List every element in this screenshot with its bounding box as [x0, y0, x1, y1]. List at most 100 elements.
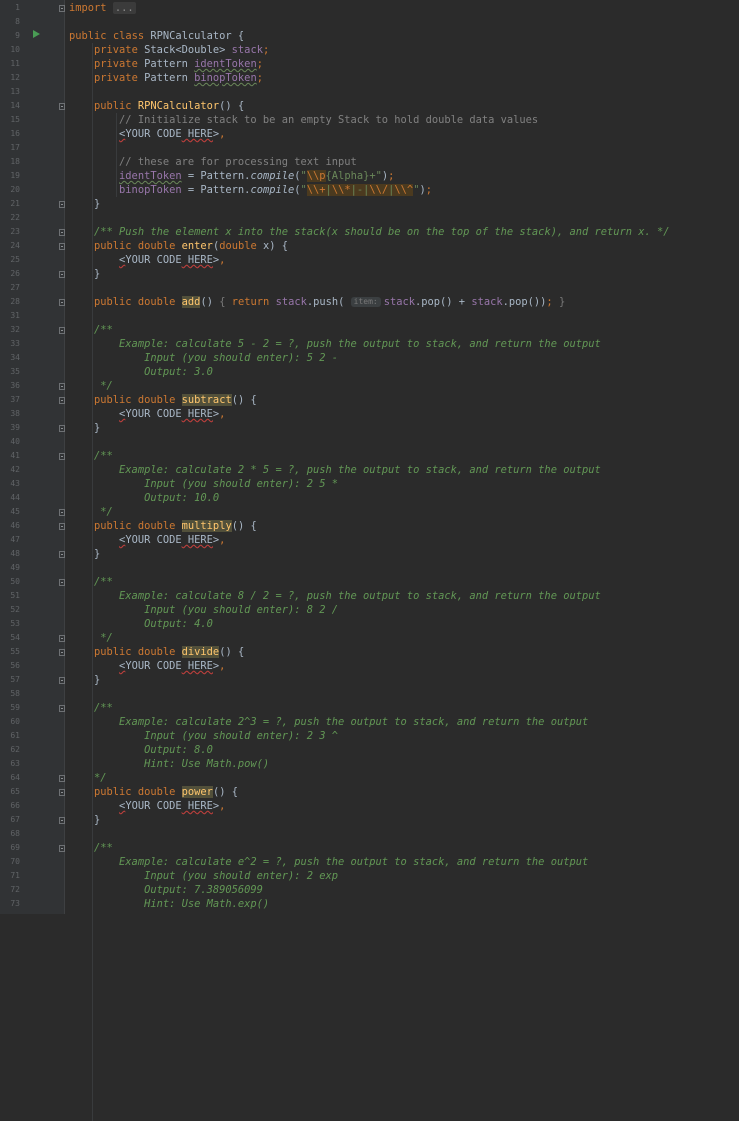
- code-line[interactable]: Example: calculate 8 / 2 = ?, push the o…: [65, 589, 739, 603]
- code-line[interactable]: /**: [65, 323, 739, 337]
- line-number: 53: [10, 619, 20, 628]
- code-line-text: Input (you should enter): 8 2 /: [144, 604, 339, 616]
- line-number: 49: [10, 563, 20, 572]
- code-line[interactable]: <YOUR CODE HERE>,: [65, 253, 739, 267]
- code-line[interactable]: private Pattern binopToken;: [65, 71, 739, 85]
- code-line[interactable]: [65, 435, 739, 449]
- code-line[interactable]: Input (you should enter): 2 exp: [65, 869, 739, 883]
- code-line-text: /**: [94, 702, 113, 714]
- code-line[interactable]: [65, 827, 739, 841]
- code-line[interactable]: Output: 3.0: [65, 365, 739, 379]
- code-line[interactable]: public double divide() {: [65, 645, 739, 659]
- code-line[interactable]: */: [65, 505, 739, 519]
- code-line[interactable]: */: [65, 631, 739, 645]
- code-line[interactable]: <YOUR CODE HERE>,: [65, 799, 739, 813]
- code-line[interactable]: // Initialize stack to be an empty Stack…: [65, 113, 739, 127]
- code-line[interactable]: import ...: [65, 1, 739, 15]
- code-line[interactable]: Input (you should enter): 2 5 *: [65, 477, 739, 491]
- code-line-text: */: [100, 380, 113, 392]
- code-line[interactable]: [65, 561, 739, 575]
- code-line[interactable]: [65, 85, 739, 99]
- code-line[interactable]: }: [65, 267, 739, 281]
- line-number: 21: [10, 199, 20, 208]
- code-line[interactable]: }: [65, 813, 739, 827]
- code-line[interactable]: Hint: Use Math.exp(): [65, 897, 739, 911]
- code-line[interactable]: private Pattern identToken;: [65, 57, 739, 71]
- code-line[interactable]: [65, 141, 739, 155]
- line-number: 24: [10, 241, 20, 250]
- line-number: 60: [10, 717, 20, 726]
- code-line[interactable]: identToken = Pattern.compile("\\p{Alpha}…: [65, 169, 739, 183]
- code-line[interactable]: <YOUR CODE HERE>,: [65, 659, 739, 673]
- code-line[interactable]: <YOUR CODE HERE>,: [65, 407, 739, 421]
- code-line[interactable]: [65, 309, 739, 323]
- line-number: 62: [10, 745, 20, 754]
- code-line[interactable]: }: [65, 197, 739, 211]
- code-line[interactable]: public double power() {: [65, 785, 739, 799]
- code-line[interactable]: Output: 10.0: [65, 491, 739, 505]
- code-line-text: Input (you should enter): 2 exp: [144, 870, 339, 882]
- code-line[interactable]: Example: calculate e^2 = ?, push the out…: [65, 855, 739, 869]
- code-line[interactable]: public RPNCalculator() {: [65, 99, 739, 113]
- code-line[interactable]: /** Push the element x into the stack(x …: [65, 225, 739, 239]
- code-line[interactable]: public double multiply() {: [65, 519, 739, 533]
- code-line[interactable]: Input (you should enter): 5 2 -: [65, 351, 739, 365]
- code-line[interactable]: private Stack<Double> stack;: [65, 43, 739, 57]
- code-line[interactable]: public class RPNCalculator {: [65, 29, 739, 43]
- line-number: 25: [10, 255, 20, 264]
- code-line[interactable]: Example: calculate 2 * 5 = ?, push the o…: [65, 463, 739, 477]
- code-line-text: // these are for processing text input: [119, 156, 357, 168]
- line-number: 8: [15, 17, 20, 26]
- code-line[interactable]: Input (you should enter): 8 2 /: [65, 603, 739, 617]
- code-line[interactable]: Output: 8.0: [65, 743, 739, 757]
- code-line[interactable]: }: [65, 673, 739, 687]
- code-line[interactable]: /**: [65, 449, 739, 463]
- code-line[interactable]: [65, 211, 739, 225]
- code-line[interactable]: public double add() { return stack.push(…: [65, 295, 739, 309]
- code-line[interactable]: Hint: Use Math.pow(): [65, 757, 739, 771]
- line-number: 47: [10, 535, 20, 544]
- code-line-text: }: [69, 674, 101, 686]
- run-gutter-icon[interactable]: [33, 30, 40, 38]
- line-number: 27: [10, 283, 20, 292]
- code-line-text: Output: 4.0: [144, 618, 213, 630]
- code-line[interactable]: public double subtract() {: [65, 393, 739, 407]
- code-line[interactable]: [65, 687, 739, 701]
- code-line[interactable]: // these are for processing text input: [65, 155, 739, 169]
- code-line[interactable]: [65, 15, 739, 29]
- line-number: 54: [10, 633, 20, 642]
- code-line[interactable]: /**: [65, 575, 739, 589]
- line-number: 56: [10, 661, 20, 670]
- code-line-text: public double power() {: [94, 786, 238, 798]
- code-line-text: */: [100, 632, 113, 644]
- line-number: 32: [10, 325, 20, 334]
- code-line[interactable]: /**: [65, 701, 739, 715]
- line-number: 36: [10, 381, 20, 390]
- code-line-text: import ...: [69, 2, 136, 14]
- code-line[interactable]: public double enter(double x) {: [65, 239, 739, 253]
- line-number-gutter[interactable]: 1 8 9 10 11 12 13 14 15 16 17 18 19 20 21 22 23 24 25 26 27 2…: [0, 0, 65, 914]
- code-editor[interactable]: 1 8 9 10 11 12 13 14 15 16 17 18 19 20 21 22 23 24 25 26 27 2…: [0, 0, 739, 1121]
- code-line[interactable]: Example: calculate 5 - 2 = ?, push the o…: [65, 337, 739, 351]
- code-line[interactable]: }: [65, 421, 739, 435]
- code-line[interactable]: <YOUR CODE HERE>,: [65, 533, 739, 547]
- code-line-text: public double divide() {: [94, 646, 245, 658]
- code-line-text: Output: 8.0: [144, 744, 213, 756]
- code-line[interactable]: */: [65, 379, 739, 393]
- code-line[interactable]: */: [65, 771, 739, 785]
- code-line[interactable]: /**: [65, 841, 739, 855]
- line-number: 43: [10, 479, 20, 488]
- code-line[interactable]: Input (you should enter): 2 3 ^: [65, 729, 739, 743]
- code-line[interactable]: <YOUR CODE HERE>,: [65, 127, 739, 141]
- line-number: 61: [10, 731, 20, 740]
- code-line-text: public double add() { return stack.push(…: [94, 296, 566, 308]
- code-line[interactable]: Output: 4.0: [65, 617, 739, 631]
- code-line[interactable]: Example: calculate 2^3 = ?, push the out…: [65, 715, 739, 729]
- code-area[interactable]: import ... public class RPNCalculator { p…: [65, 0, 739, 1121]
- code-line[interactable]: Output: 7.389056099: [65, 883, 739, 897]
- code-line[interactable]: }: [65, 547, 739, 561]
- line-number: 18: [10, 157, 20, 166]
- code-line[interactable]: binopToken = Pattern.compile("\\+|\\*|-|…: [65, 183, 739, 197]
- line-number: 69: [10, 843, 20, 852]
- code-line[interactable]: [65, 281, 739, 295]
